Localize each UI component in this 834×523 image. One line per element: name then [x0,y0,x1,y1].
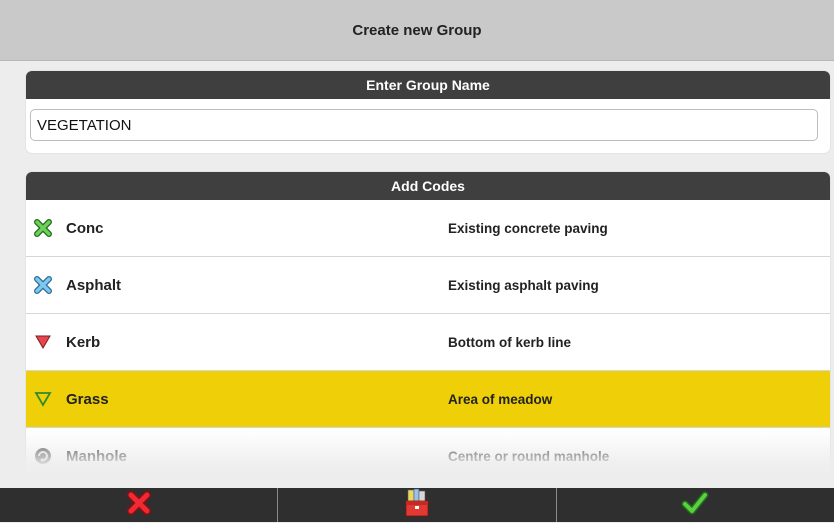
group-name-header-label: Enter Group Name [366,77,490,93]
code-row-kerb[interactable]: Kerb Bottom of kerb line [26,314,830,371]
group-name-panel: Enter Group Name [26,71,830,153]
red-triangle-line-icon [34,333,52,351]
code-row-grass[interactable]: Grass Area of meadow [26,371,830,428]
code-row-asphalt[interactable]: Asphalt Existing asphalt paving [26,257,830,314]
code-name: Kerb [66,333,101,351]
group-name-header: Enter Group Name [26,71,830,99]
group-name-input[interactable] [30,109,818,141]
red-x-cancel-icon [125,489,153,522]
add-codes-panel: Add Codes Conc Existing concrete paving … [26,172,830,472]
dialog-title-bar: Create new Group [0,0,834,61]
code-description: Existing concrete paving [448,220,608,236]
code-row-conc[interactable]: Conc Existing concrete paving [26,200,830,257]
code-name: Manhole [66,447,127,465]
code-description: Centre or round manhole [448,448,610,464]
cancel-button[interactable] [0,488,279,522]
bottom-toolbar [0,488,834,522]
add-codes-header-label: Add Codes [391,178,465,194]
code-row-manhole[interactable]: Manhole Centre or round manhole [26,428,830,472]
green-x-point-icon [34,219,52,237]
code-name: Conc [66,219,104,237]
code-description: Area of meadow [448,391,553,407]
grey-circle-arrow-icon [34,447,52,465]
code-description: Existing asphalt paving [448,277,599,293]
code-description: Bottom of kerb line [448,334,572,350]
code-library-button[interactable] [278,488,557,523]
add-codes-header: Add Codes [26,172,830,200]
dialog-title: Create new Group [352,21,482,39]
code-name: Grass [66,390,109,408]
confirm-button[interactable] [557,488,834,522]
green-triangle-outline-icon [34,390,52,408]
code-library-toolbox-icon [402,488,432,523]
blue-x-point-icon [34,276,52,294]
code-list: Conc Existing concrete paving Asphalt Ex… [26,200,830,472]
code-name: Asphalt [66,276,122,294]
green-checkmark-icon [681,489,709,522]
